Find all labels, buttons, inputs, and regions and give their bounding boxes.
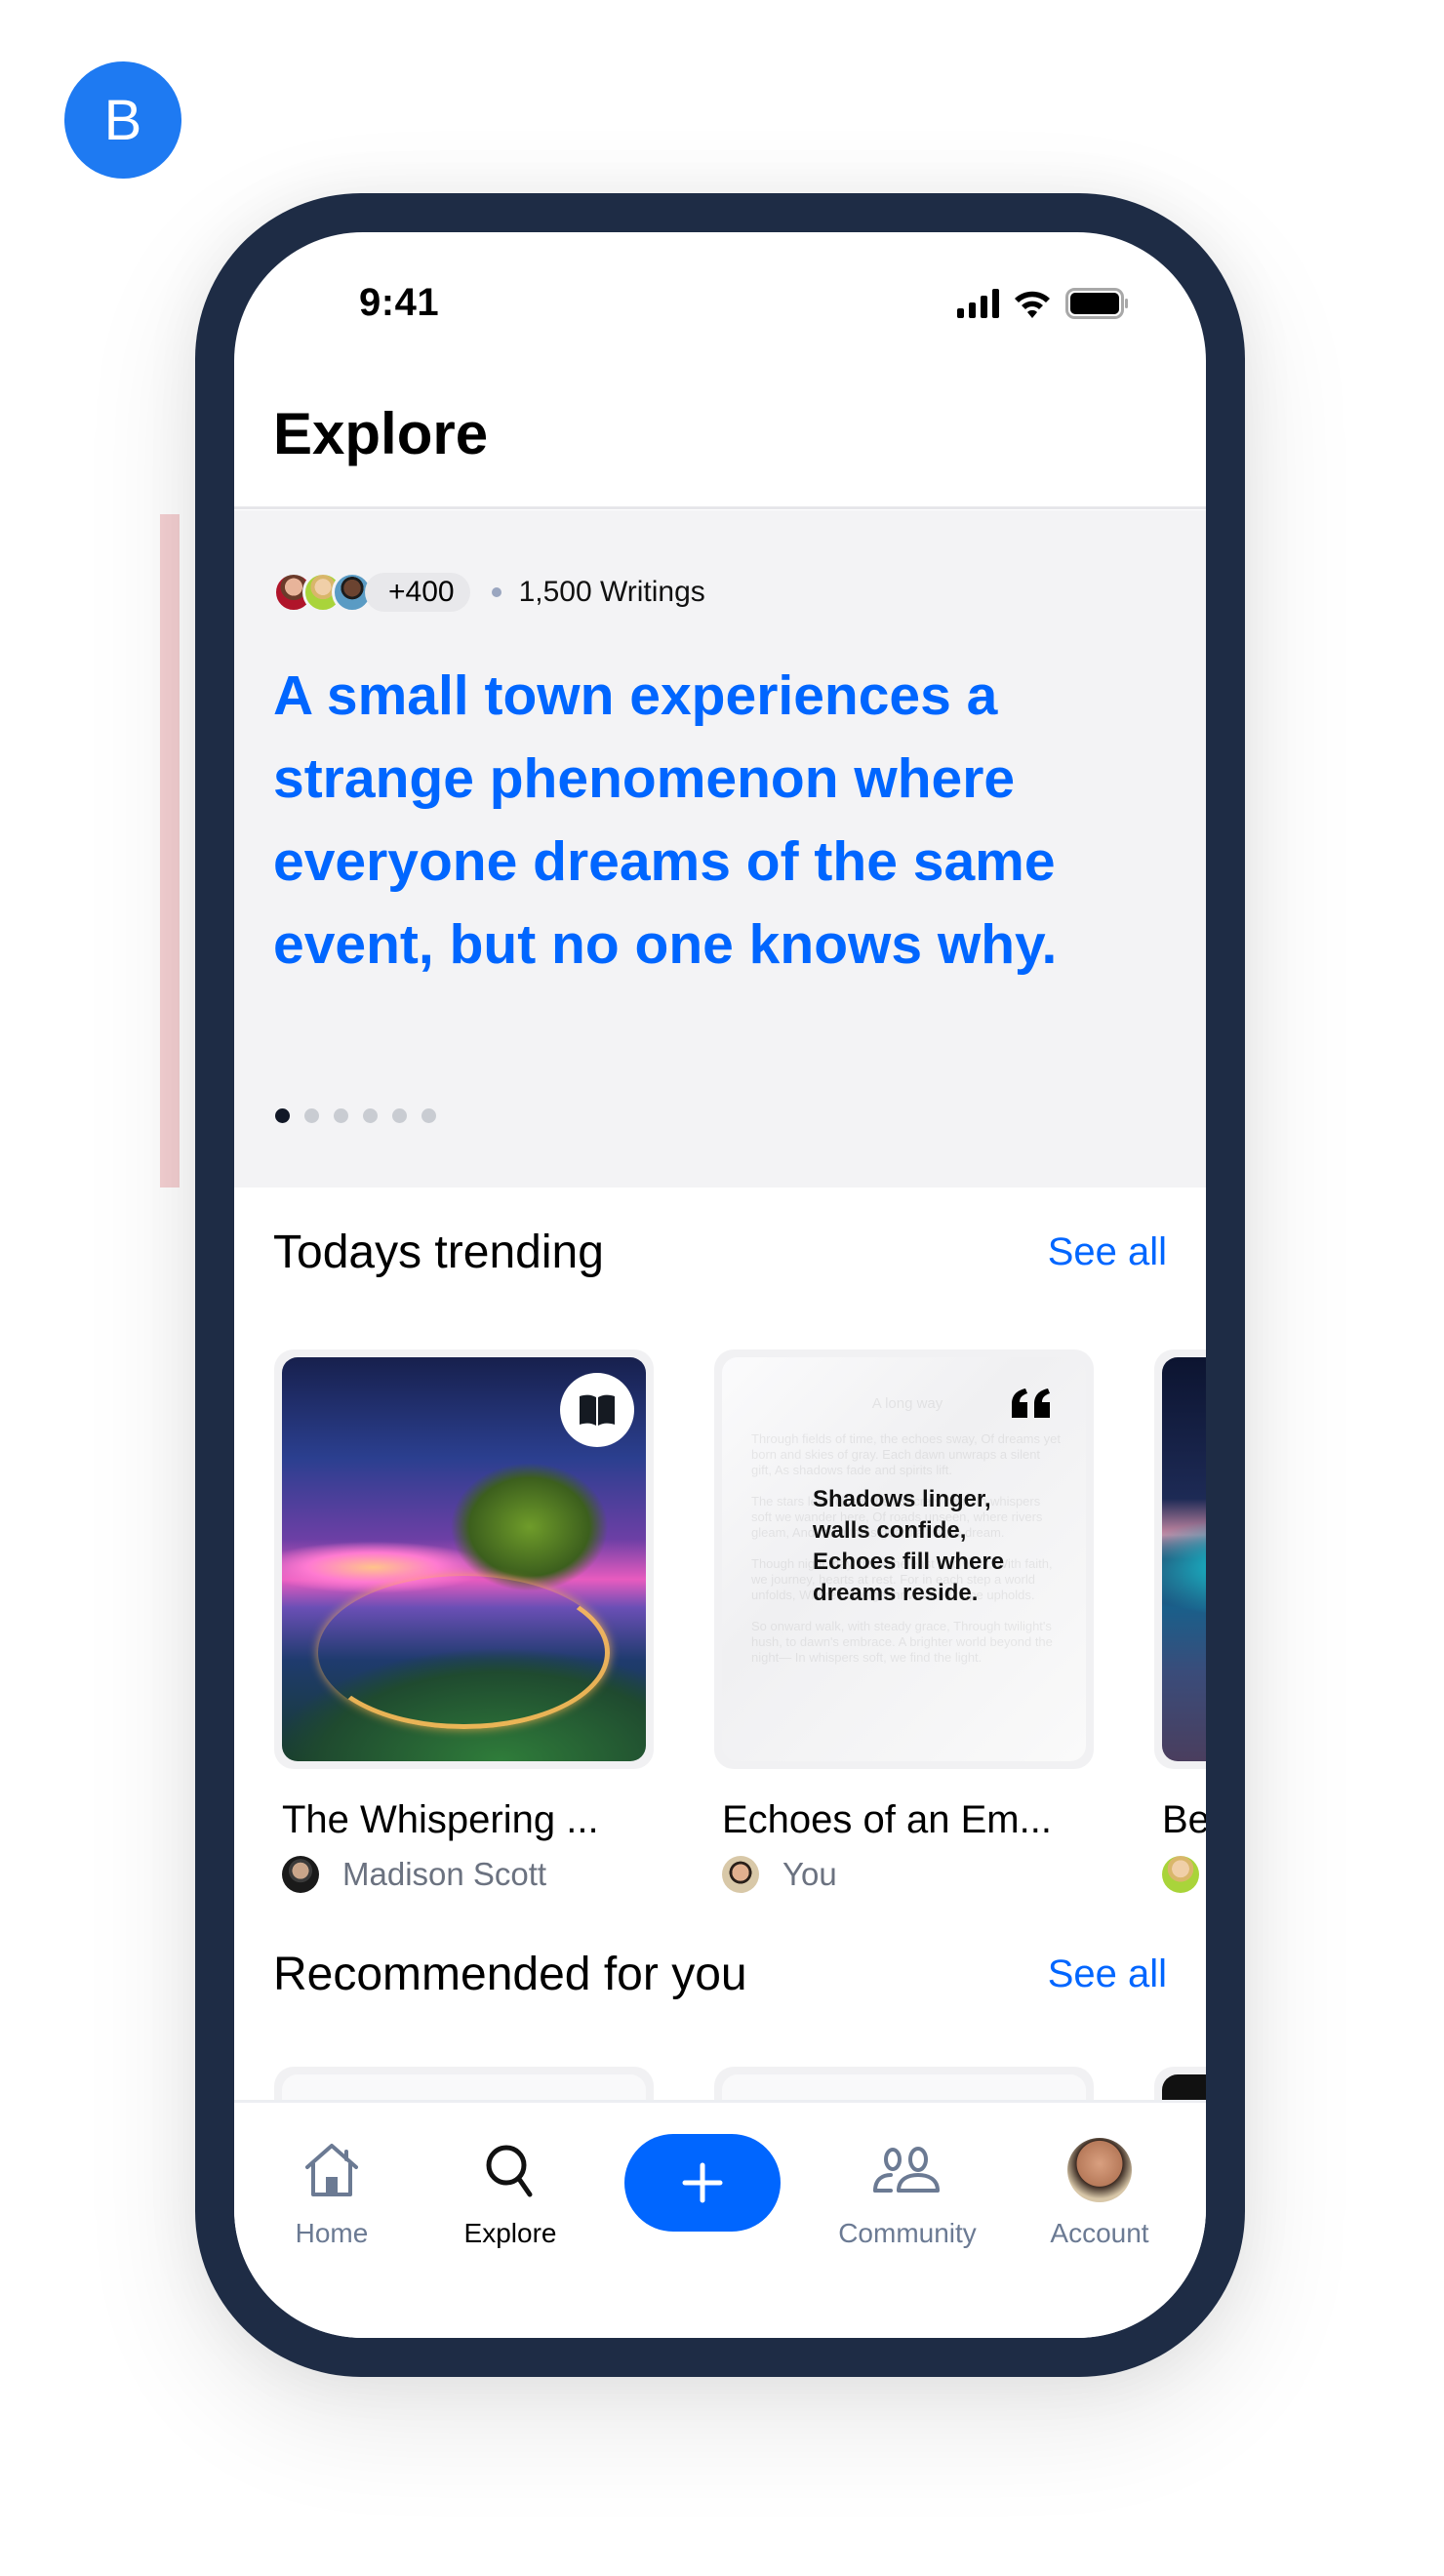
bottom-tab-bar: Home Explore Community Account <box>234 2100 1206 2338</box>
tab-label: Community <box>838 2218 977 2248</box>
trending-card[interactable]: The Whispering ... Madison Scott <box>274 1349 654 1893</box>
card-cover[interactable]: A long way Through fields of time, the e… <box>714 1349 1094 1769</box>
see-all-recommended-link[interactable]: See all <box>1048 1952 1167 1996</box>
see-all-trending-link[interactable]: See all <box>1048 1230 1167 1274</box>
trending-card[interactable]: A long way Through fields of time, the e… <box>714 1349 1094 1893</box>
pager-dot[interactable] <box>392 1108 407 1123</box>
cover-image <box>282 1357 646 1761</box>
cellular-signal-icon <box>957 289 999 318</box>
card-title[interactable]: Echoes of an Em... <box>714 1798 1094 1842</box>
home-icon-wrap <box>302 2138 361 2202</box>
tab-label: Explore <box>463 2218 557 2248</box>
variant-badge: B <box>64 61 181 179</box>
section-title: Recommended for you <box>273 1949 747 2000</box>
separator-dot <box>491 587 501 597</box>
search-icon-wrap <box>483 2138 538 2202</box>
recommended-section-header: Recommended for you See all <box>273 1948 1167 2001</box>
trending-section-header: Todays trending See all <box>273 1226 1167 1279</box>
app-header: Explore <box>234 359 1206 509</box>
author-avatar <box>722 1856 759 1893</box>
prompt-meta: +400 1,500 Writings <box>273 571 705 614</box>
poem-cover: A long way Through fields of time, the e… <box>722 1357 1086 1761</box>
battery-icon <box>1065 288 1128 319</box>
author-avatar <box>282 1856 319 1893</box>
card-author[interactable] <box>1154 1856 1206 1893</box>
poem-quote: Shadows linger, walls confide, Echoes fi… <box>813 1486 1005 1606</box>
tab-home[interactable]: Home <box>234 2138 429 2249</box>
featured-prompt-carousel[interactable]: +400 1,500 Writings A small town experie… <box>234 510 1206 1187</box>
tab-community[interactable]: Community <box>810 2138 1005 2249</box>
participant-count-badge: +400 <box>365 573 470 612</box>
card-author[interactable]: Madison Scott <box>274 1856 654 1893</box>
cover-art-detail <box>318 1575 610 1729</box>
section-title: Todays trending <box>273 1227 604 1278</box>
card-cover[interactable] <box>274 1349 654 1769</box>
poem-stanza: Through fields of time, the echoes sway,… <box>751 1431 1061 1477</box>
cover-image <box>1162 1357 1206 1761</box>
pager-dot[interactable] <box>334 1108 348 1123</box>
author-name: You <box>782 1856 837 1892</box>
card-title[interactable]: The Whispering ... <box>274 1798 654 1842</box>
wifi-icon <box>1015 291 1050 318</box>
read-button[interactable] <box>560 1373 634 1447</box>
home-icon <box>305 2144 358 2196</box>
community-icon <box>873 2147 940 2193</box>
writings-count: 1,500 Writings <box>518 576 705 608</box>
pager-dot-active[interactable] <box>275 1108 290 1123</box>
account-avatar <box>1067 2138 1132 2202</box>
trending-card[interactable]: Be <box>1154 1349 1206 1893</box>
tab-explore[interactable]: Explore <box>413 2138 608 2249</box>
poem-stanza: So onward walk, with steady grace, Throu… <box>751 1619 1053 1665</box>
plus-icon <box>682 2162 723 2203</box>
tab-label: Home <box>295 2218 369 2248</box>
highlight-marker <box>160 514 180 1187</box>
open-book-icon <box>580 1394 615 1426</box>
page-title: Explore <box>273 401 489 466</box>
author-avatar <box>1162 1856 1199 1893</box>
tab-label: Account <box>1050 2218 1149 2248</box>
status-icons <box>957 288 1130 319</box>
card-cover[interactable] <box>1154 1349 1206 1769</box>
phone-frame: 9:41 Explore +400 1,500 Writings A small… <box>195 193 1245 2377</box>
phone-screen: 9:41 Explore +400 1,500 Writings A small… <box>234 232 1206 2338</box>
participant-avatars[interactable]: +400 <box>273 572 470 613</box>
status-time: 9:41 <box>359 281 440 324</box>
search-icon <box>486 2145 533 2197</box>
pager-dot[interactable] <box>363 1108 378 1123</box>
card-title[interactable]: Be <box>1154 1798 1206 1842</box>
tab-account[interactable]: Account <box>1002 2138 1197 2249</box>
create-button[interactable] <box>624 2134 781 2232</box>
community-icon-wrap <box>871 2138 943 2202</box>
status-bar: 9:41 <box>234 232 1206 359</box>
account-avatar-wrap <box>1067 2138 1132 2202</box>
pager-dot[interactable] <box>304 1108 319 1123</box>
prompt-text[interactable]: A small town experiences a strange pheno… <box>273 655 1093 986</box>
card-author[interactable]: You <box>714 1856 1094 1893</box>
carousel-pager[interactable] <box>275 1108 436 1123</box>
pager-dot[interactable] <box>421 1108 436 1123</box>
quote-icon <box>1012 1389 1050 1418</box>
author-name: Madison Scott <box>342 1856 547 1892</box>
